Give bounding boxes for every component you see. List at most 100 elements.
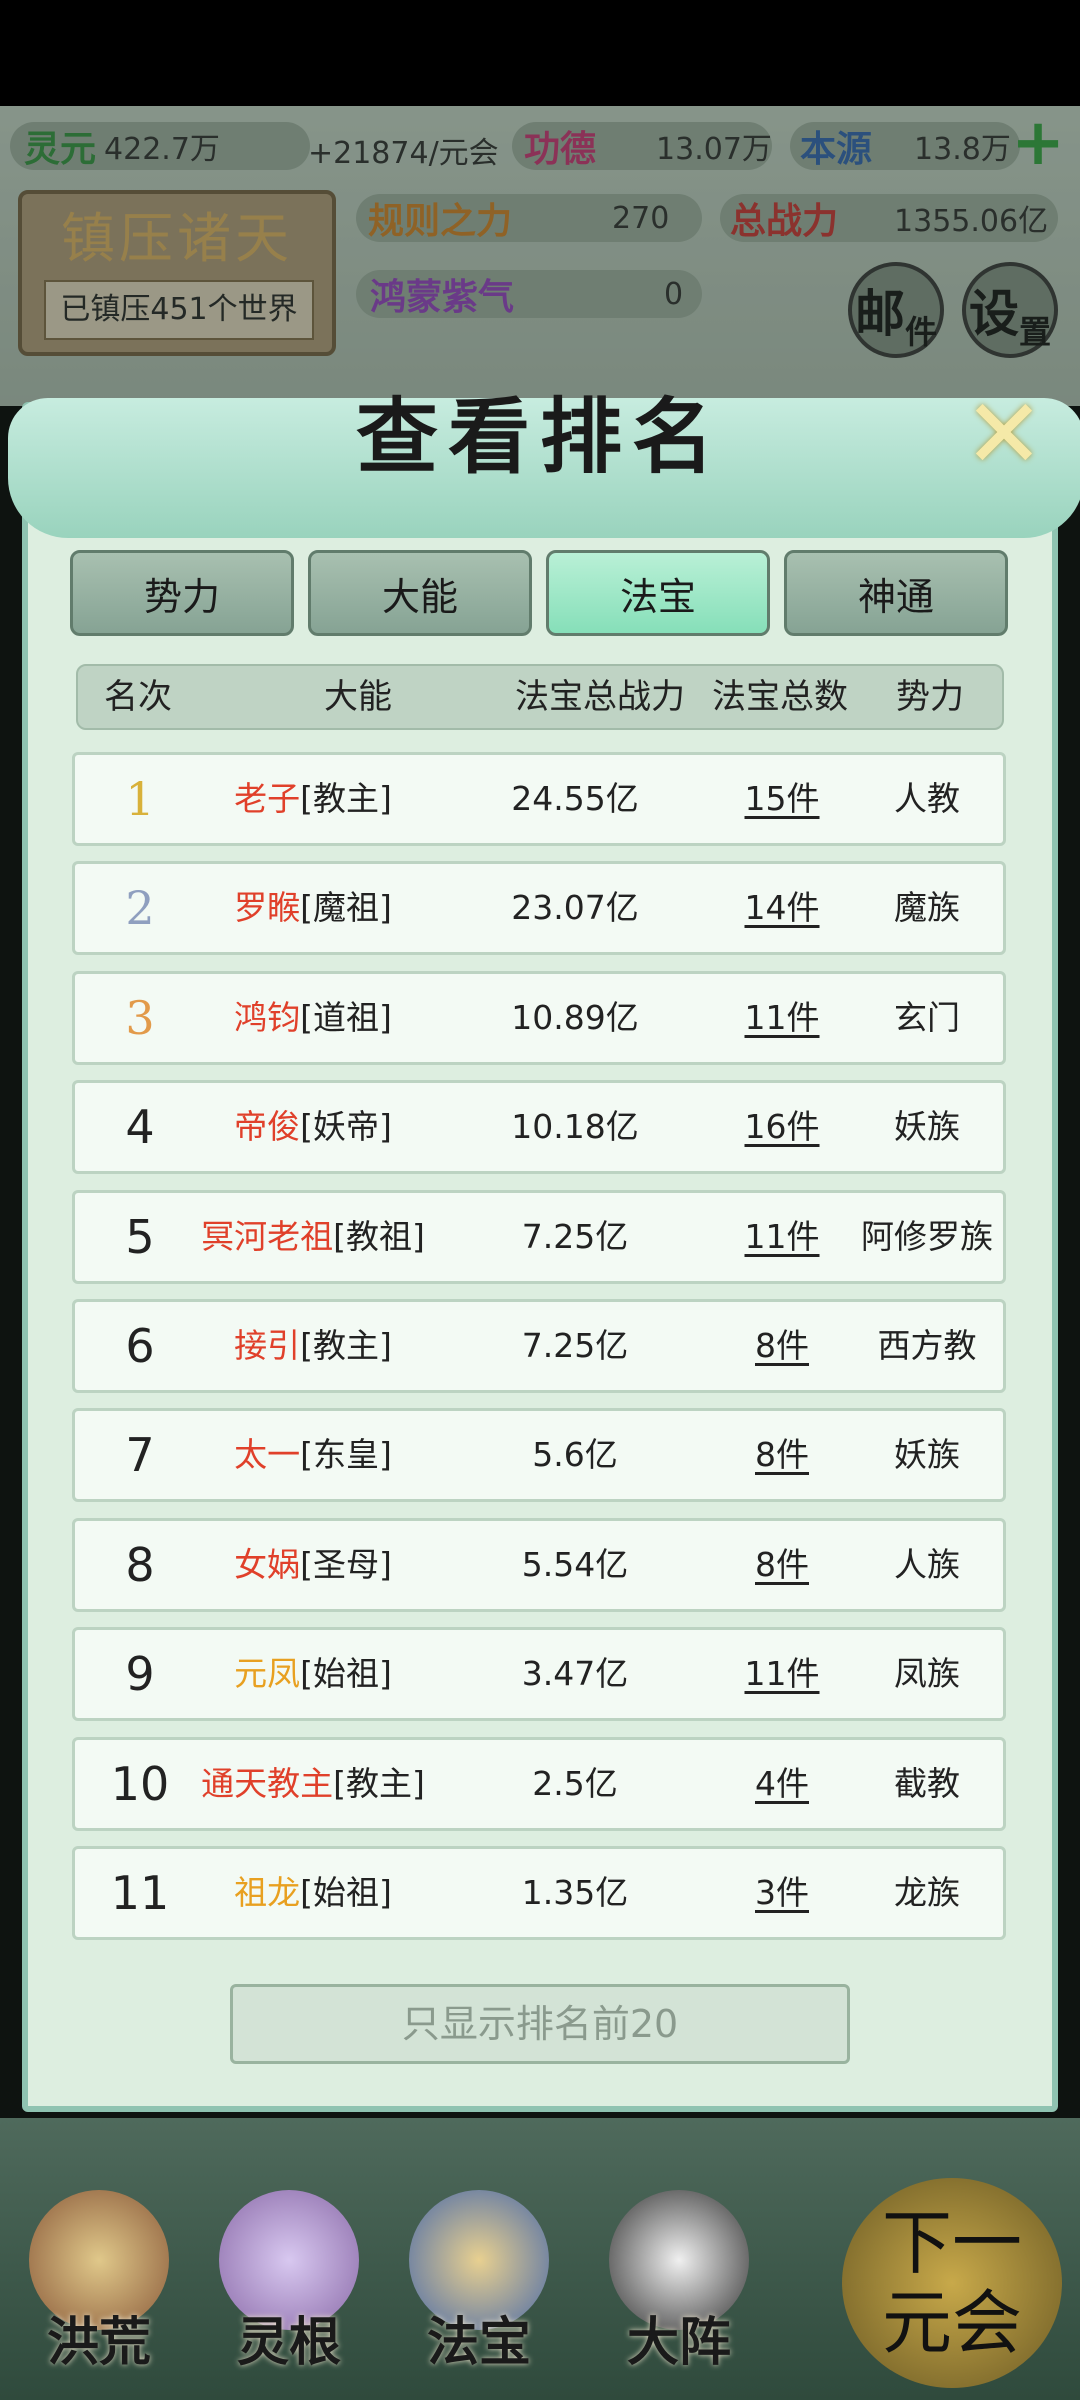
nav-honghuang[interactable]: 洪荒	[14, 2190, 184, 2390]
row-power: 2.5亿	[532, 1764, 618, 1803]
row-faction: 妖族	[894, 1107, 960, 1146]
next-era-line1: 下一	[882, 2202, 1022, 2284]
row-count-link[interactable]: 11件	[733, 1630, 831, 1718]
top20-filter-button[interactable]: 只显示排名前20	[230, 1984, 850, 2064]
daneng-name: 冥河老祖	[201, 1217, 334, 1256]
tab-fabao[interactable]: 法宝	[546, 550, 770, 636]
nav-dazhen[interactable]: 大阵	[594, 2190, 764, 2390]
ranking-row[interactable]: 7 太一[东皇] 5.6亿 8件 妖族	[72, 1408, 1006, 1502]
row-rank: 1	[125, 772, 155, 826]
row-rank: 9	[125, 1647, 155, 1701]
daneng-title: [道祖]	[300, 998, 392, 1037]
ranking-row[interactable]: 1 老子[教主] 24.55亿 15件 人教	[72, 752, 1006, 846]
row-count-link[interactable]: 11件	[733, 974, 831, 1062]
ranking-row[interactable]: 9 元凤[始祖] 3.47亿 11件 凤族	[72, 1627, 1006, 1721]
row-count-link[interactable]: 8件	[733, 1302, 831, 1390]
row-count-link[interactable]: 16件	[733, 1083, 831, 1171]
status-bar	[0, 0, 1080, 106]
row-daneng: 老子[教主]	[193, 755, 433, 843]
daneng-title: [教祖]	[333, 1217, 425, 1256]
nav-dazhen-label: 大阵	[626, 2312, 731, 2373]
row-faction: 截教	[894, 1764, 960, 1803]
daneng-name: 太一	[234, 1435, 301, 1474]
row-power: 7.25亿	[521, 1217, 629, 1256]
row-count-link[interactable]: 4件	[733, 1740, 831, 1828]
row-rank: 10	[110, 1757, 170, 1811]
row-rank: 6	[125, 1319, 155, 1373]
row-daneng: 接引[教主]	[193, 1302, 433, 1390]
ranking-tabs: 势力 大能 法宝 神通	[70, 550, 1010, 636]
daneng-name: 接引	[234, 1326, 301, 1365]
row-faction: 魔族	[894, 888, 960, 927]
daneng-name: 老子	[234, 779, 301, 818]
close-icon[interactable]: ✕	[958, 378, 1050, 490]
row-count-link[interactable]: 3件	[733, 1849, 831, 1937]
ranking-row[interactable]: 2 罗睺[魔祖] 23.07亿 14件 魔族	[72, 861, 1006, 955]
row-rank: 5	[125, 1210, 155, 1264]
header-count: 法宝总数	[712, 677, 848, 717]
row-rank: 7	[125, 1428, 155, 1482]
daneng-title: [始祖]	[300, 1873, 392, 1912]
nav-fabao-label: 法宝	[426, 2312, 531, 2373]
ranking-row[interactable]: 3 鸿钧[道祖] 10.89亿 11件 玄门	[72, 971, 1006, 1065]
row-faction: 凤族	[894, 1654, 960, 1693]
nav-linggen[interactable]: 灵根	[204, 2190, 374, 2390]
nav-honghuang-label: 洪荒	[46, 2312, 151, 2373]
tab-shili[interactable]: 势力	[70, 550, 294, 636]
ranking-row[interactable]: 10 通天教主[教主] 2.5亿 4件 截教	[72, 1737, 1006, 1831]
row-daneng: 鸿钧[道祖]	[193, 974, 433, 1062]
row-faction: 妖族	[894, 1435, 960, 1474]
daneng-title: [教主]	[300, 1326, 392, 1365]
header-faction: 势力	[896, 677, 964, 717]
row-daneng: 通天教主[教主]	[193, 1740, 433, 1828]
next-era-button[interactable]: 下一 元会	[842, 2178, 1062, 2388]
ranking-row[interactable]: 11 祖龙[始祖] 1.35亿 3件 龙族	[72, 1846, 1006, 1940]
row-power: 24.55亿	[511, 779, 639, 818]
daneng-title: [魔祖]	[300, 888, 392, 927]
row-count-link[interactable]: 14件	[733, 864, 831, 952]
nav-linggen-label: 灵根	[236, 2312, 341, 2373]
row-faction: 西方教	[877, 1326, 977, 1365]
daneng-title: [妖帝]	[300, 1107, 392, 1146]
table-header: 名次 大能 法宝总战力 法宝总数 势力	[76, 664, 1004, 730]
next-era-line2: 元会	[882, 2282, 1022, 2364]
row-daneng: 女娲[圣母]	[193, 1521, 433, 1609]
header-daneng: 大能	[324, 677, 392, 717]
header-rank: 名次	[104, 677, 172, 717]
row-count-link[interactable]: 15件	[733, 755, 831, 843]
dialog-title: 查看排名	[355, 389, 724, 485]
nav-fabao[interactable]: 法宝	[394, 2190, 564, 2390]
daneng-name: 帝俊	[234, 1107, 301, 1146]
row-power: 3.47亿	[521, 1654, 629, 1693]
row-count-link[interactable]: 11件	[733, 1193, 831, 1281]
row-daneng: 罗睺[魔祖]	[193, 864, 433, 952]
tab-shentong[interactable]: 神通	[784, 550, 1008, 636]
row-rank: 11	[110, 1866, 170, 1920]
tab-daneng[interactable]: 大能	[308, 550, 532, 636]
row-rank: 3	[125, 991, 155, 1045]
ranking-row[interactable]: 6 接引[教主] 7.25亿 8件 西方教	[72, 1299, 1006, 1393]
daneng-name: 鸿钧	[234, 998, 301, 1037]
row-daneng: 元凤[始祖]	[193, 1630, 433, 1718]
row-daneng: 祖龙[始祖]	[193, 1849, 433, 1937]
row-power: 5.6亿	[532, 1435, 618, 1474]
row-power: 5.54亿	[521, 1545, 629, 1584]
row-faction: 人教	[894, 779, 960, 818]
ranking-row[interactable]: 8 女娲[圣母] 5.54亿 8件 人族	[72, 1518, 1006, 1612]
row-faction: 龙族	[894, 1873, 960, 1912]
header-power: 法宝总战力	[515, 677, 685, 717]
ranking-row[interactable]: 4 帝俊[妖帝] 10.18亿 16件 妖族	[72, 1080, 1006, 1174]
row-daneng: 帝俊[妖帝]	[193, 1083, 433, 1171]
row-daneng: 冥河老祖[教祖]	[193, 1193, 433, 1281]
daneng-title: [圣母]	[300, 1545, 392, 1584]
daneng-name: 元凤	[234, 1654, 301, 1693]
row-count-link[interactable]: 8件	[733, 1521, 831, 1609]
daneng-name: 女娲	[234, 1545, 301, 1584]
ranking-row[interactable]: 5 冥河老祖[教祖] 7.25亿 11件 阿修罗族	[72, 1190, 1006, 1284]
daneng-title: [教主]	[333, 1764, 425, 1803]
row-count-link[interactable]: 8件	[733, 1411, 831, 1499]
row-rank: 4	[125, 1100, 155, 1154]
daneng-title: [教主]	[300, 779, 392, 818]
row-faction: 阿修罗族	[861, 1217, 993, 1256]
daneng-title: [东皇]	[300, 1435, 392, 1474]
